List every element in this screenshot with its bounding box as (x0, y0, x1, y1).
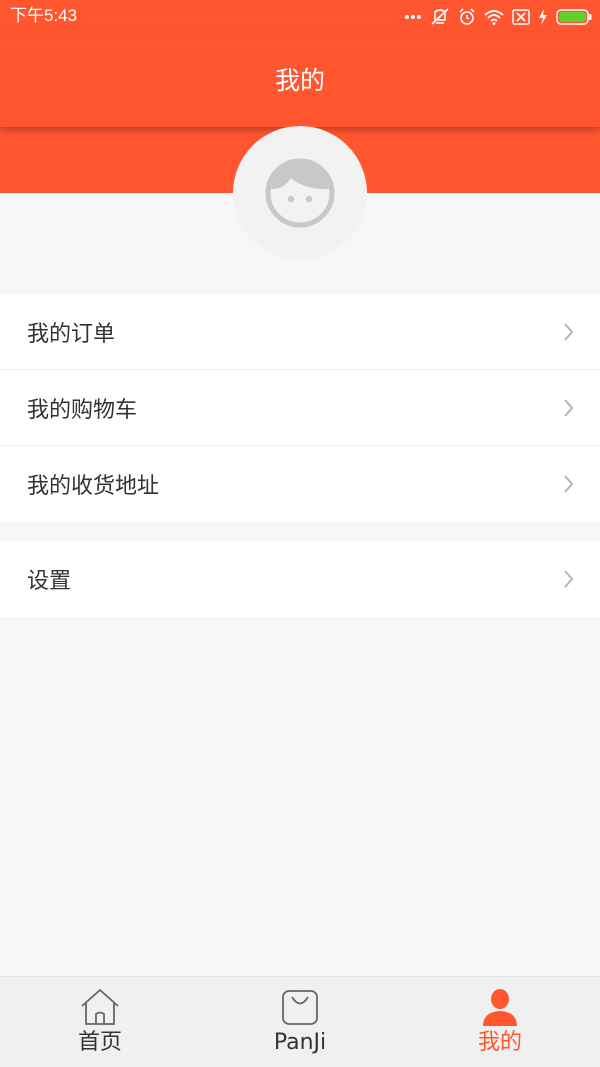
menu-item-settings[interactable]: 设置 (0, 541, 600, 617)
bottom-tab-bar: 首页 PanJi 我的 (0, 976, 600, 1067)
person-icon (483, 989, 517, 1026)
menu-item-label: 我的订单 (27, 321, 116, 347)
vibrate-off-icon (431, 8, 449, 25)
wifi-icon (484, 10, 504, 25)
avatar[interactable] (233, 126, 367, 260)
menu-group-main: 我的订单 我的购物车 我的收货地址 (0, 294, 600, 522)
tab-mine[interactable]: 我的 (400, 977, 600, 1067)
home-icon (81, 989, 119, 1025)
tab-label: 我的 (477, 1030, 522, 1055)
page-title: 我的 (274, 66, 325, 95)
menu-item-label: 我的收货地址 (27, 474, 160, 499)
tab-panji[interactable]: PanJi (200, 977, 400, 1067)
chevron-right-icon (564, 322, 574, 341)
more-dots-icon (405, 15, 421, 19)
menu-item-label: 我的购物车 (27, 397, 138, 423)
shopping-bag-icon (282, 990, 318, 1025)
title-bar: 我的 (0, 33, 600, 127)
menu-item-label: 设置 (27, 569, 72, 594)
menu-item-address[interactable]: 我的收货地址 (0, 446, 600, 522)
menu-item-cart[interactable]: 我的购物车 (0, 370, 600, 446)
battery-icon (556, 9, 592, 25)
user-face-icon (265, 158, 335, 228)
charging-icon (539, 9, 547, 25)
status-icons (404, 7, 592, 27)
status-time: 下午5:43 (10, 6, 78, 25)
tab-home[interactable]: 首页 (0, 977, 200, 1067)
chevron-right-icon (564, 398, 574, 417)
tab-label: PanJi (273, 1030, 327, 1055)
chevron-right-icon (564, 475, 574, 493)
menu-group-settings: 设置 (0, 541, 600, 617)
chevron-right-icon (564, 570, 574, 588)
status-bar: 下午5:43 (0, 0, 600, 33)
alarm-icon (459, 8, 475, 25)
menu-item-orders[interactable]: 我的订单 (0, 294, 600, 370)
tab-label: 首页 (77, 1030, 122, 1055)
sim-off-icon (512, 9, 530, 25)
